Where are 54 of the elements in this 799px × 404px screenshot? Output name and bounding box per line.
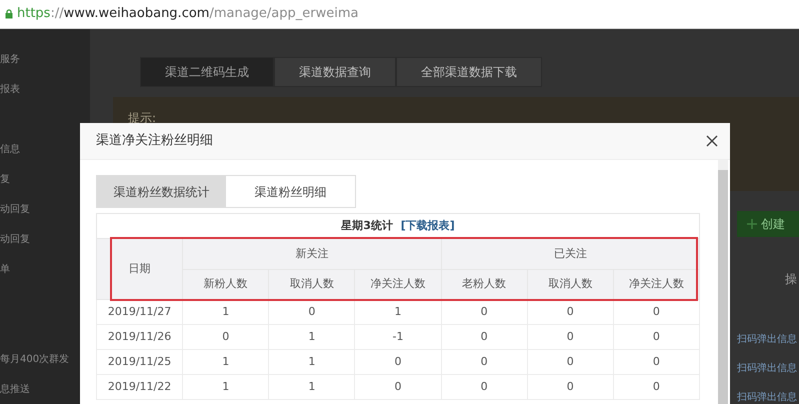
modal-title: 渠道净关注粉丝明细 [96,132,213,150]
table-cell: 0 [441,300,528,324]
table-cell: 0 [527,374,614,400]
row-link[interactable]: 扫码弹出信息 [737,332,797,361]
header-cell: 已关注 [441,238,700,270]
table-cell: 0 [613,324,700,350]
sidebar-item[interactable]: 服务 [0,45,90,75]
header-cell: 取消人数 [527,270,614,300]
create-button[interactable]: 创建 [737,211,799,237]
table-cell: 0 [182,324,269,350]
table-cell: 1 [182,350,269,374]
header-cell: 日期 [96,238,183,300]
table-cell: 1 [268,350,355,374]
table-cell: -1 [354,324,442,350]
header-cell: 新关注 [182,238,442,270]
page-tab[interactable]: 渠道二维码生成 [140,57,274,87]
sidebar-item[interactable]: 报表 [0,75,90,105]
lock-icon [5,9,13,19]
table-cell: 1 [268,324,355,350]
table-cell: 1 [268,374,355,400]
close-icon[interactable] [706,135,718,147]
header-cell: 新粉人数 [182,270,269,300]
table-cell: 1 [182,300,269,324]
header-cell: 净关注人数 [613,270,700,300]
table-cell: 0 [613,300,700,324]
plus-icon [747,219,757,229]
row-link[interactable]: 扫码弹出信息 [737,361,797,390]
table-cell: 0 [441,324,528,350]
header-cell: 净关注人数 [354,270,442,300]
url-text[interactable]: https://www.weihaobang.com/manage/app_erweima [17,4,358,24]
table-cell: 0 [441,350,528,374]
table-cell: 0 [354,374,442,400]
table-cell: 2019/11/22 [96,374,183,400]
table-cell: 0 [527,300,614,324]
page-tab[interactable]: 全部渠道数据下载 [396,57,542,87]
table-cell: 1 [182,374,269,400]
table-cell: 1 [354,300,442,324]
table-cell: 0 [613,374,700,400]
modal-tab[interactable]: 渠道粉丝数据统计 [97,176,226,207]
header-cell: 取消人数 [268,270,355,300]
table-cell: 0 [268,300,355,324]
column-header: 操 [785,271,797,288]
table-cell: 2019/11/26 [96,324,183,350]
row-link[interactable]: 扫码弹出信息 [737,390,797,404]
table-cell: 0 [441,374,528,400]
table-cell: 2019/11/25 [96,350,183,374]
download-link[interactable]: [下载报表] [400,218,455,232]
table-cell: 2019/11/27 [96,300,183,324]
header-cell: 老粉人数 [441,270,528,300]
table-cell: 0 [354,350,442,374]
page-tab[interactable]: 渠道数据查询 [274,57,396,87]
table-cell: 0 [613,350,700,374]
table-cell: 0 [527,324,614,350]
table-cell: 0 [527,350,614,374]
